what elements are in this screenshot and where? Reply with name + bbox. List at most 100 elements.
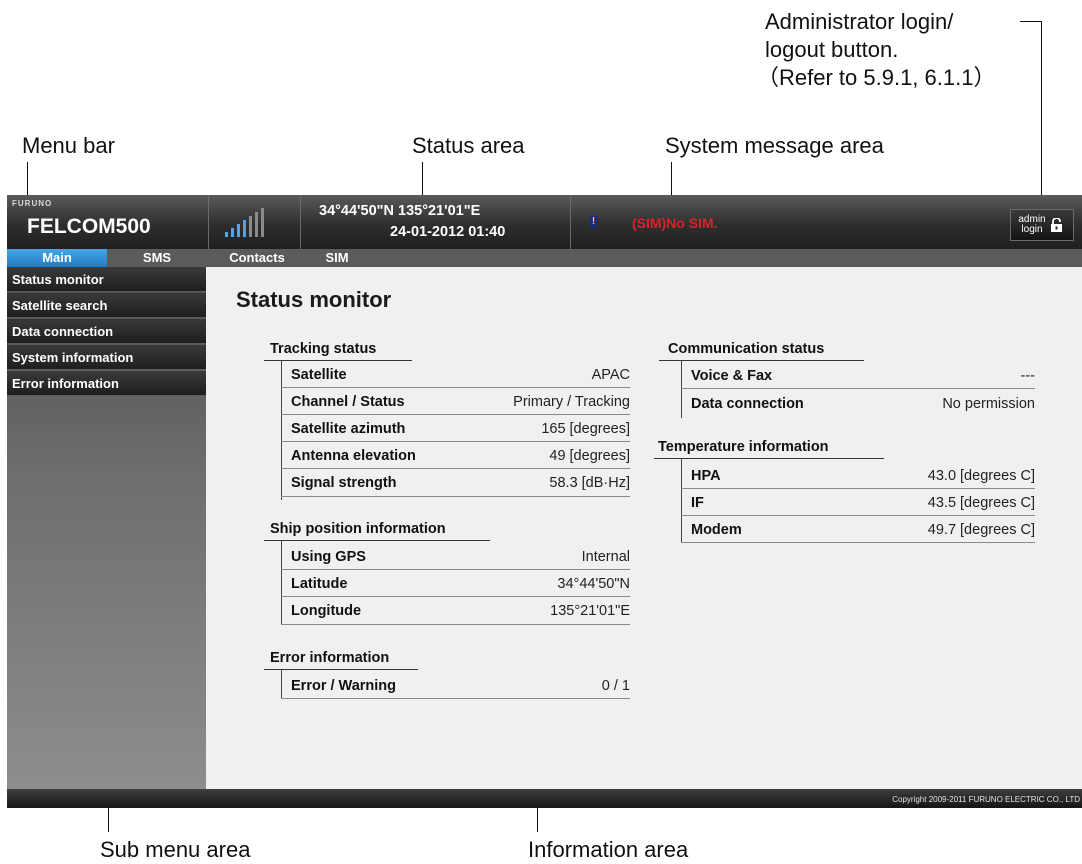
row-value-if: 43.5 [degrees C] xyxy=(927,495,1035,511)
row-value-satellite-azimuth: 165 [degrees] xyxy=(541,421,630,437)
submenu-item-data-connection[interactable]: Data connection xyxy=(7,319,206,344)
footer-bar: Copyright 2009-2011 FURUNO ELECTRIC CO.,… xyxy=(7,789,1082,808)
signal-bar xyxy=(243,220,246,237)
row-label-hpa: HPA xyxy=(691,468,721,484)
row-value-latitude: 34°44'50"N xyxy=(557,576,630,592)
table-bracket xyxy=(281,540,282,624)
section-underline xyxy=(654,458,884,459)
divider xyxy=(208,195,209,249)
divider xyxy=(300,195,301,249)
row-label-modem: Modem xyxy=(691,522,742,538)
row-divider xyxy=(281,387,630,388)
admin-callout-line3: （Refer to 5.9.1, 6.1.1） xyxy=(757,65,996,90)
unlocked-padlock-icon xyxy=(1051,218,1062,232)
admin-leader-v xyxy=(1041,21,1042,210)
admin-login-label: admin login xyxy=(1017,215,1047,235)
copyright-text: Copyright 2009-2011 FURUNO ELECTRIC CO.,… xyxy=(892,795,1080,804)
row-label-channel-status: Channel / Status xyxy=(291,394,405,410)
submenu-item-satellite-search[interactable]: Satellite search xyxy=(7,293,206,318)
row-divider xyxy=(281,596,630,597)
section-title-ship-position: Ship position information xyxy=(270,521,446,537)
admin-leader-h xyxy=(1020,21,1041,22)
row-divider xyxy=(281,468,630,469)
status-area-callout: Status area xyxy=(412,133,525,158)
system-message: (SIM)No SIM. xyxy=(632,215,718,231)
row-divider xyxy=(681,388,1035,389)
row-value-modem: 49.7 [degrees C] xyxy=(927,522,1035,538)
section-underline xyxy=(264,360,412,361)
row-value-error-warning: 0 / 1 xyxy=(601,678,630,694)
row-divider xyxy=(681,515,1035,516)
divider xyxy=(570,195,571,249)
brand-small-logo: FURUNO xyxy=(12,199,53,208)
submenu-item-status-monitor[interactable]: Status monitor xyxy=(7,267,206,292)
row-label-satellite: Satellite xyxy=(291,367,347,383)
row-label-using-gps: Using GPS xyxy=(291,549,366,565)
datetime-readout: 24-01-2012 01:40 xyxy=(390,224,506,240)
sub-menu-callout: Sub menu area xyxy=(100,837,251,862)
row-label-longitude: Longitude xyxy=(291,603,362,619)
section-title-temperature: Temperature information xyxy=(658,439,829,455)
submenu-item-error-information[interactable]: Error information xyxy=(7,371,206,396)
information-callout: Information area xyxy=(528,837,689,862)
admin-callout-line2: logout button. xyxy=(765,37,899,62)
row-label-if: IF xyxy=(691,495,704,511)
row-label-data-connection: Data connection xyxy=(691,396,804,412)
row-divider xyxy=(281,441,630,442)
sub-menu: Status monitor Satellite search Data con… xyxy=(7,267,206,789)
row-value-antenna-elevation: 49 [degrees] xyxy=(549,448,630,464)
signal-bar xyxy=(261,208,264,237)
section-title-communication: Communication status xyxy=(668,341,825,357)
row-value-using-gps: Internal xyxy=(581,549,630,565)
section-title-tracking: Tracking status xyxy=(270,341,377,357)
row-label-voice-fax: Voice & Fax xyxy=(691,368,773,384)
system-message-callout: System message area xyxy=(665,133,884,158)
section-underline xyxy=(264,669,418,670)
menu-tab-sim[interactable]: SIM xyxy=(307,249,367,267)
table-bracket xyxy=(681,458,682,542)
warning-icon[interactable]: ! xyxy=(590,216,597,228)
row-divider xyxy=(281,624,630,625)
section-underline xyxy=(264,540,490,541)
row-label-signal-strength: Signal strength xyxy=(291,475,397,491)
submenu-item-system-information[interactable]: System information xyxy=(7,345,206,370)
table-bracket xyxy=(681,360,682,418)
row-value-hpa: 43.0 [degrees C] xyxy=(927,468,1035,484)
device-screen: FURUNO FELCOM500 34°44'50"N 135°21'01"E … xyxy=(7,195,1082,808)
row-label-latitude: Latitude xyxy=(291,576,348,592)
row-value-channel-status: Primary / Tracking xyxy=(513,394,630,410)
menu-bar-callout: Menu bar xyxy=(22,133,115,158)
row-value-satellite: APAC xyxy=(591,367,630,383)
menu-tab-contacts[interactable]: Contacts xyxy=(207,249,307,267)
admin-callout-line1: Administrator login/ xyxy=(765,9,954,34)
row-label-antenna-elevation: Antenna elevation xyxy=(291,448,416,464)
admin-login-button[interactable]: admin login xyxy=(1010,209,1074,241)
signal-strength-icon xyxy=(225,205,285,237)
row-value-longitude: 135°21'01"E xyxy=(550,603,630,619)
signal-bar xyxy=(249,216,252,237)
signal-bar xyxy=(231,228,234,237)
menu-bar: Main SMS Contacts SIM xyxy=(7,249,1082,267)
menu-tab-sms[interactable]: SMS xyxy=(107,249,207,267)
position-readout: 34°44'50"N 135°21'01"E xyxy=(319,203,481,219)
row-divider xyxy=(681,542,1035,543)
product-name: FELCOM500 xyxy=(27,215,151,238)
table-bracket xyxy=(281,669,282,699)
row-value-voice-fax: --- xyxy=(1020,368,1036,384)
row-value-signal-strength: 58.3 [dB·Hz] xyxy=(549,475,630,491)
row-divider xyxy=(281,698,630,699)
signal-bar xyxy=(225,232,228,237)
signal-bar xyxy=(237,224,240,237)
page-title: Status monitor xyxy=(236,287,392,312)
row-label-satellite-azimuth: Satellite azimuth xyxy=(291,421,406,437)
row-value-data-connection: No permission xyxy=(942,396,1035,412)
table-bracket xyxy=(281,360,282,500)
admin-label-line2: login xyxy=(1021,224,1043,235)
row-divider xyxy=(281,414,630,415)
menu-tab-main[interactable]: Main xyxy=(7,249,107,267)
row-divider xyxy=(681,488,1035,489)
row-label-error-warning: Error / Warning xyxy=(291,678,396,694)
section-underline xyxy=(659,360,864,361)
information-area: Status monitor Tracking status Satellite… xyxy=(206,267,1082,789)
signal-bar xyxy=(255,212,258,237)
